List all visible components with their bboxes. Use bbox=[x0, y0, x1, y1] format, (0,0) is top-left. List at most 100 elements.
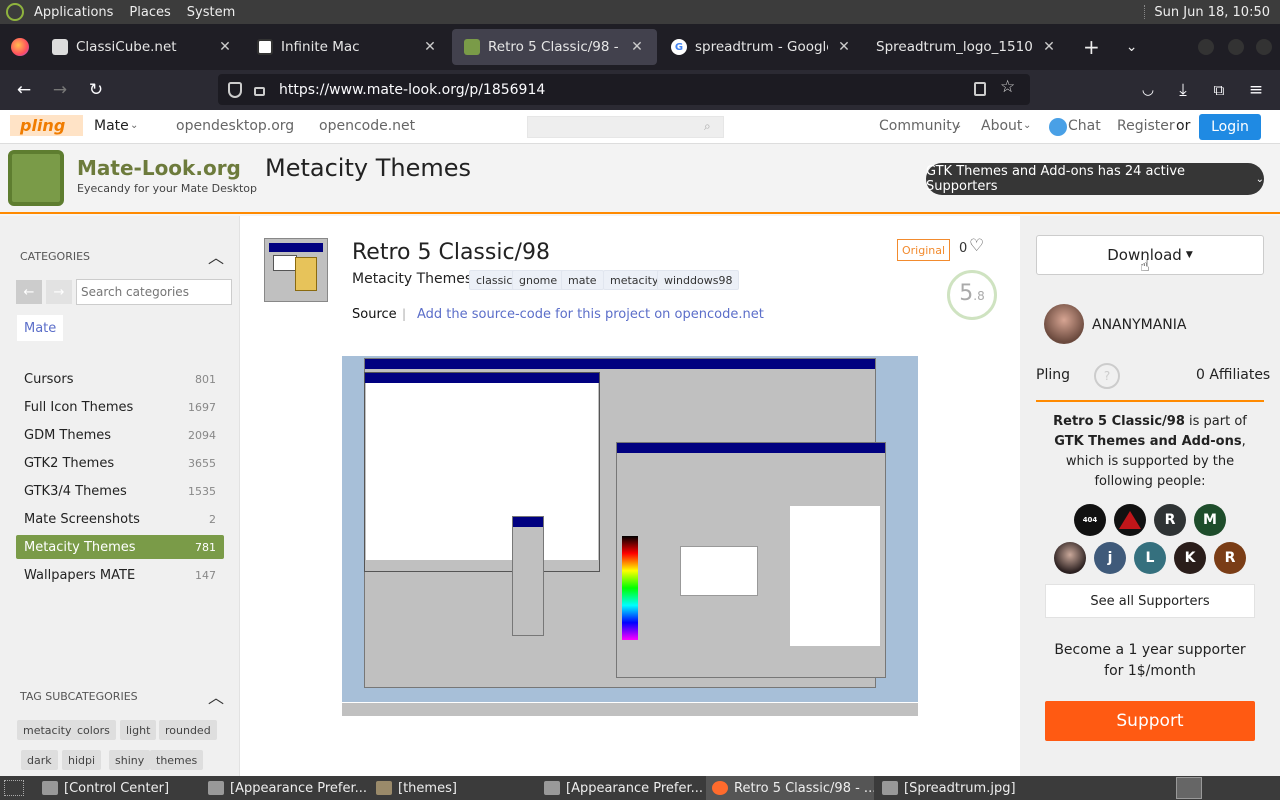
window-close-icon[interactable] bbox=[1256, 39, 1272, 55]
tag-chip[interactable]: hidpi bbox=[62, 750, 102, 770]
category-search-input[interactable] bbox=[76, 279, 232, 305]
product-category[interactable]: Metacity Themes bbox=[352, 271, 472, 287]
chevron-down-icon[interactable]: ⌄ bbox=[130, 120, 138, 131]
category-gtk34-themes[interactable]: GTK3/4 Themes 1535 bbox=[16, 479, 224, 503]
system-menu[interactable]: System bbox=[187, 5, 235, 20]
category-metacity-themes[interactable]: Metacity Themes 781 bbox=[16, 535, 224, 559]
author-name[interactable]: ANANYMANIA bbox=[1092, 317, 1187, 333]
tab-classicube[interactable]: ClassiCube.net ✕ bbox=[40, 24, 245, 70]
close-icon[interactable]: ✕ bbox=[1041, 39, 1057, 55]
url-text[interactable]: https://www.mate-look.org/p/1856914 bbox=[279, 82, 545, 98]
taskbar-item[interactable]: [Control Center] bbox=[36, 776, 200, 800]
close-icon[interactable]: ✕ bbox=[836, 39, 852, 55]
category-wallpapers-mate[interactable]: Wallpapers MATE 147 bbox=[16, 563, 224, 587]
chevron-up-icon[interactable]: ︿ bbox=[208, 684, 224, 708]
supporters-badge[interactable]: GTK Themes and Add-ons has 24 active Sup… bbox=[926, 163, 1264, 195]
window-maximize-icon[interactable] bbox=[1228, 39, 1244, 55]
source-code-link[interactable]: Add the source-code for this project on … bbox=[417, 307, 764, 322]
pling-logo[interactable]: pling bbox=[10, 115, 84, 136]
applications-menu[interactable]: Applications bbox=[34, 5, 113, 20]
new-tab-icon[interactable]: + bbox=[1083, 35, 1100, 59]
mate-logo-icon[interactable] bbox=[6, 3, 24, 21]
tab-retro5[interactable]: Retro 5 Classic/98 - /s/M ✕ bbox=[452, 29, 657, 65]
community-menu[interactable]: Community bbox=[879, 118, 960, 134]
tag-chip[interactable]: themes bbox=[150, 750, 204, 770]
opencode-link[interactable]: opencode.net bbox=[319, 118, 415, 134]
reader-view-icon[interactable] bbox=[974, 82, 986, 96]
chat-icon[interactable] bbox=[1049, 118, 1067, 136]
back-arrow-icon[interactable]: ← bbox=[16, 280, 42, 304]
tag-chip[interactable]: colors bbox=[71, 720, 116, 740]
pling-info-icon[interactable]: ? bbox=[1094, 363, 1120, 389]
chat-link[interactable]: Chat bbox=[1068, 118, 1101, 134]
product-tag[interactable]: gnome bbox=[512, 270, 565, 290]
mate-look-logo-icon[interactable] bbox=[8, 150, 64, 206]
avatar[interactable] bbox=[1044, 304, 1084, 344]
pling-search-input[interactable] bbox=[527, 116, 724, 138]
category-gtk2-themes[interactable]: GTK2 Themes 3655 bbox=[16, 451, 224, 475]
clock[interactable]: Sun Jun 18, 10:50 bbox=[1154, 5, 1270, 20]
current-filter-chip[interactable]: Mate bbox=[17, 315, 64, 341]
section-title[interactable]: Metacity Themes bbox=[265, 154, 471, 182]
about-menu[interactable]: About bbox=[981, 118, 1022, 134]
taskbar-item[interactable]: [themes] bbox=[370, 776, 536, 800]
tag-chip[interactable]: rounded bbox=[159, 720, 217, 740]
reload-icon[interactable]: ↻ bbox=[84, 78, 108, 102]
downloads-icon[interactable]: ⤓ bbox=[1171, 78, 1195, 102]
forward-arrow-icon[interactable]: → bbox=[46, 280, 72, 304]
category-gdm-themes[interactable]: GDM Themes 2094 bbox=[16, 423, 224, 447]
category-mate-screenshots[interactable]: Mate Screenshots 2 bbox=[16, 507, 224, 531]
heart-icon[interactable]: ♡ bbox=[969, 236, 984, 256]
lock-icon[interactable] bbox=[254, 87, 265, 96]
supporter-avatar[interactable]: j bbox=[1094, 542, 1126, 574]
supporter-avatar[interactable]: 404 bbox=[1074, 504, 1106, 536]
product-screenshot[interactable] bbox=[342, 356, 918, 716]
tab-infinite-mac[interactable]: Infinite Mac ✕ bbox=[245, 24, 450, 70]
tag-chip[interactable]: dark bbox=[21, 750, 58, 770]
tab-google[interactable]: G spreadtrum - Google Sea ✕ bbox=[659, 24, 864, 70]
tag-chip[interactable]: light bbox=[120, 720, 157, 740]
product-tag[interactable]: winddows98 bbox=[657, 270, 740, 290]
support-group-name[interactable]: GTK Themes and Add-ons bbox=[1054, 434, 1241, 449]
product-tag[interactable]: mate bbox=[561, 270, 604, 290]
tab-list-chevron-icon[interactable]: ⌄ bbox=[1126, 39, 1138, 55]
site-name[interactable]: Mate-Look.org bbox=[77, 156, 241, 180]
supporter-avatar[interactable]: L bbox=[1134, 542, 1166, 574]
tag-chip[interactable]: metacity bbox=[17, 720, 78, 740]
hamburger-menu-icon[interactable]: ≡ bbox=[1244, 78, 1268, 102]
extensions-icon[interactable]: ⧉ bbox=[1207, 78, 1231, 102]
firefox-menu-icon[interactable] bbox=[0, 24, 40, 70]
supporter-avatar[interactable] bbox=[1114, 504, 1146, 536]
places-menu[interactable]: Places bbox=[129, 5, 170, 20]
category-full-icon-themes[interactable]: Full Icon Themes 1697 bbox=[16, 395, 224, 419]
workspace-switcher[interactable] bbox=[1176, 777, 1202, 799]
category-cursors[interactable]: Cursors 801 bbox=[16, 367, 224, 391]
bookmark-star-icon[interactable]: ☆ bbox=[1000, 77, 1015, 97]
opendesktop-link[interactable]: opendesktop.org bbox=[176, 118, 294, 134]
taskbar-item[interactable]: [Spreadtrum.jpg] bbox=[876, 776, 1046, 800]
mate-context-menu[interactable]: Mate bbox=[94, 118, 129, 134]
search-icon[interactable]: ⌕ bbox=[704, 119, 711, 134]
shield-icon[interactable] bbox=[228, 81, 242, 98]
close-icon[interactable]: ✕ bbox=[629, 39, 645, 55]
supporter-avatar[interactable]: M bbox=[1194, 504, 1226, 536]
supporter-avatar[interactable]: R bbox=[1214, 542, 1246, 574]
supporter-avatar[interactable] bbox=[1054, 542, 1086, 574]
taskbar-item[interactable]: [Appearance Prefer... bbox=[538, 776, 704, 800]
see-all-supporters-button[interactable]: See all Supporters bbox=[1045, 584, 1255, 618]
url-bar[interactable]: https://www.mate-look.org/p/1856914 ☆ bbox=[218, 74, 1030, 105]
supporter-avatar[interactable]: K bbox=[1174, 542, 1206, 574]
show-desktop-icon[interactable] bbox=[4, 780, 24, 796]
tag-chip[interactable]: shiny bbox=[109, 750, 151, 770]
forward-icon[interactable]: → bbox=[48, 78, 72, 102]
login-button[interactable]: Login bbox=[1199, 114, 1261, 140]
support-button[interactable]: Support bbox=[1045, 701, 1255, 741]
tab-spreadtrum[interactable]: Spreadtrum_logo_15107506 ✕ bbox=[864, 24, 1069, 70]
product-thumbnail[interactable] bbox=[264, 238, 328, 302]
taskbar-item[interactable]: Retro 5 Classic/98 - ... bbox=[706, 776, 874, 800]
supporter-avatar[interactable]: R bbox=[1154, 504, 1186, 536]
close-icon[interactable]: ✕ bbox=[422, 39, 438, 55]
register-link[interactable]: Register bbox=[1117, 118, 1175, 134]
chevron-up-icon[interactable]: ︿ bbox=[208, 244, 224, 268]
close-icon[interactable]: ✕ bbox=[217, 39, 233, 55]
